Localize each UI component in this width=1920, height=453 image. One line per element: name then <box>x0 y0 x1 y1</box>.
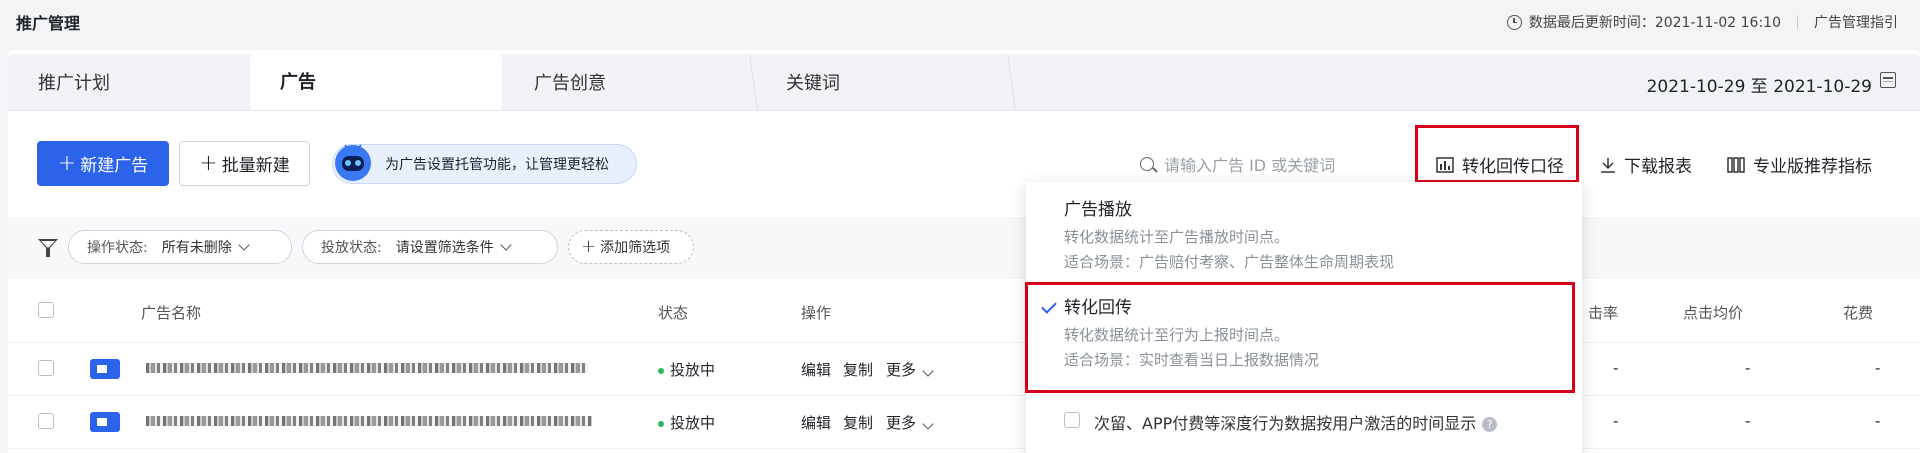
filter-key: 操作状态: <box>87 240 148 256</box>
ctr-cell: - <box>1613 412 1619 430</box>
pro-metrics-label: 专业版推荐指标 <box>1753 157 1872 177</box>
col-name: 广告名称 <box>141 304 202 322</box>
filter-value: 所有未删除 <box>161 240 232 256</box>
select-all-checkbox[interactable] <box>38 302 54 318</box>
hosting-tip-text: 为广告设置托管功能，让管理更轻松 <box>385 157 609 173</box>
edit-link[interactable]: 编辑 <box>801 412 831 433</box>
more-label: 更多 <box>886 414 917 432</box>
deep-behavior-option[interactable]: 次留、APP付费等深度行为数据按用户激活的时间显示? <box>1026 400 1582 440</box>
col-ctr: 击率 <box>1588 304 1619 322</box>
batch-new-button[interactable]: + 批量新建 <box>179 141 310 186</box>
add-filter-button[interactable]: + 添加筛选项 <box>568 230 694 264</box>
columns-icon <box>1727 156 1745 173</box>
status-cell: 投放中 <box>658 412 715 433</box>
conversion-callback-highlight <box>1025 282 1575 393</box>
download-report-label: 下载报表 <box>1624 157 1692 177</box>
search-input[interactable]: 请输入广告 ID 或关键词 <box>1140 150 1380 178</box>
filter-key: 投放状态: <box>321 240 382 256</box>
date-range[interactable]: 2021-10-29 至 2021-10-29 <box>1647 72 1872 97</box>
tab-label: 关键词 <box>786 73 840 94</box>
status-dot <box>658 420 664 427</box>
calendar-icon[interactable] <box>1880 72 1896 88</box>
download-icon <box>1601 157 1615 173</box>
cost-cell: - <box>1875 359 1881 377</box>
pro-metrics-button[interactable]: 专业版推荐指标 <box>1727 152 1872 177</box>
cpc-cell: - <box>1745 412 1751 430</box>
conversion-caliber-highlight <box>1415 125 1579 183</box>
deep-behavior-checkbox[interactable] <box>1064 412 1080 428</box>
chevron-down-icon <box>500 239 512 251</box>
search-icon <box>1140 157 1154 171</box>
guide-link[interactable]: 广告管理指引 <box>1814 12 1898 32</box>
new-ad-label: 新建广告 <box>80 156 149 176</box>
new-ad-button[interactable]: + 新建广告 <box>37 141 169 186</box>
table-header: 广告名称 状态 操作 击率 点击均价 花费 <box>8 282 1920 343</box>
robot-icon <box>335 144 371 181</box>
plus-icon: + <box>199 150 218 176</box>
tab-plans[interactable]: 推广计划 <box>8 54 250 110</box>
table-row[interactable]: 投放中 编辑 复制 更多 - - - <box>8 396 1920 449</box>
edit-link[interactable]: 编辑 <box>801 359 831 380</box>
delivery-status-filter[interactable]: 投放状态: 请设置筛选条件 <box>302 230 558 264</box>
clock-icon <box>1506 14 1522 30</box>
ctr-cell: - <box>1613 359 1619 377</box>
batch-new-label: 批量新建 <box>221 156 290 176</box>
status-text: 投放中 <box>670 361 716 379</box>
col-cpc: 点击均价 <box>1683 304 1744 322</box>
plus-icon: + <box>581 236 597 257</box>
deep-behavior-text: 次留、APP付费等深度行为数据按用户激活的时间显示? <box>1094 410 1498 434</box>
page-title: 推广管理 <box>16 14 81 33</box>
ad-name-redacted[interactable] <box>146 416 592 426</box>
update-time: 数据最后更新时间：2021-11-02 16:10 <box>1528 15 1781 31</box>
filter-value: 请设置筛选条件 <box>395 240 494 256</box>
row-checkbox[interactable] <box>38 360 54 376</box>
more-link[interactable]: 更多 <box>886 412 934 433</box>
chevron-down-icon <box>238 239 250 251</box>
tab-creatives[interactable]: 广告创意 <box>502 54 758 110</box>
option-title: 广告播放 <box>1064 200 1132 220</box>
hosting-tip[interactable]: 为广告设置托管功能，让管理更轻松 <box>332 144 637 184</box>
chevron-down-icon <box>922 365 934 377</box>
option-scenario: 适合场景：广告赔付考察、广告整体生命周期表现 <box>1064 253 1395 271</box>
tab-label: 广告创意 <box>534 73 606 94</box>
ad-name-redacted[interactable] <box>146 363 588 373</box>
col-operation: 操作 <box>801 304 832 322</box>
plus-icon: + <box>57 150 77 176</box>
filter-bar <box>8 218 1920 278</box>
cpc-cell: - <box>1745 359 1751 377</box>
copy-link[interactable]: 复制 <box>843 412 873 433</box>
tab-keywords[interactable]: 关键词 <box>754 54 1016 110</box>
tab-label: 广告 <box>280 72 316 93</box>
option-ad-play[interactable]: 广告播放 转化数据统计至广告播放时间点。 适合场景：广告赔付考察、广告整体生命周… <box>1026 182 1582 282</box>
ad-type-icon <box>90 359 120 379</box>
table-row[interactable]: 投放中 编辑 复制 更多 - - - <box>8 343 1920 396</box>
cost-cell: - <box>1875 412 1881 430</box>
filter-icon[interactable] <box>38 239 58 257</box>
status-cell: 投放中 <box>658 359 715 380</box>
more-label: 更多 <box>886 361 917 379</box>
tab-ads[interactable]: 广告 <box>250 52 502 110</box>
row-checkbox[interactable] <box>38 413 54 429</box>
tab-label: 推广计划 <box>38 73 110 94</box>
status-text: 投放中 <box>670 414 716 432</box>
help-icon[interactable]: ? <box>1482 417 1498 432</box>
download-report-button[interactable]: 下载报表 <box>1600 152 1692 177</box>
chevron-down-icon <box>922 418 934 430</box>
add-filter-label: 添加筛选项 <box>600 240 671 256</box>
search-placeholder: 请输入广告 ID 或关键词 <box>1164 156 1336 175</box>
op-status-filter[interactable]: 操作状态: 所有未删除 <box>68 230 292 264</box>
ad-type-icon <box>90 412 120 432</box>
header-right: 数据最后更新时间：2021-11-02 16:10 广告管理指引 <box>1506 12 1898 32</box>
deep-behavior-label: 次留、APP付费等深度行为数据按用户激活的时间显示 <box>1094 414 1477 433</box>
status-dot <box>658 367 664 374</box>
col-cost: 花费 <box>1843 304 1874 322</box>
more-link[interactable]: 更多 <box>886 359 934 380</box>
option-desc: 转化数据统计至广告播放时间点。 <box>1064 228 1290 246</box>
divider <box>1797 15 1798 29</box>
copy-link[interactable]: 复制 <box>843 359 873 380</box>
col-status: 状态 <box>658 304 689 322</box>
